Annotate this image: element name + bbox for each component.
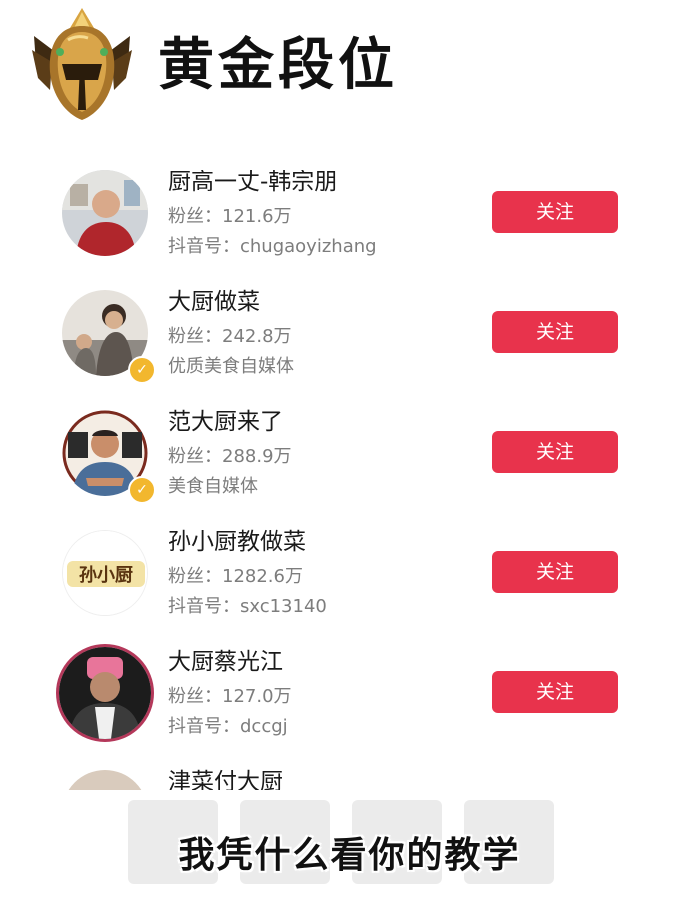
creator-fans: 粉丝：1282.6万	[168, 566, 303, 587]
follow-button[interactable]: 关注	[492, 671, 618, 713]
creator-name: 范大厨来了	[168, 409, 283, 435]
follow-button[interactable]: 关注	[492, 311, 618, 353]
creator-description: 优质美食自媒体	[168, 356, 294, 377]
gold-rank-helmet-icon	[28, 6, 136, 124]
creator-name: 大厨蔡光江	[168, 649, 283, 675]
list-item[interactable]: ✓ 大厨做菜 粉丝：242.8万 优质美食自媒体 关注	[0, 278, 699, 398]
list-item[interactable]: ✓ 范大厨来了 粉丝：288.9万 美食自媒体 关注	[0, 398, 699, 518]
verified-badge-icon: ✓	[128, 356, 156, 384]
video-caption: 我凭什么看你的教学	[178, 835, 521, 876]
avatar[interactable]	[56, 644, 154, 742]
creator-douyin-id: 抖音号：chugaoyizhang	[168, 236, 377, 257]
follow-button[interactable]: 关注	[492, 431, 618, 473]
avatar[interactable]: 孙小厨	[62, 530, 148, 616]
creator-fans: 粉丝：121.6万	[168, 206, 292, 227]
avatar[interactable]	[62, 170, 148, 256]
creator-name: 孙小厨教做菜	[168, 529, 306, 555]
creator-fans: 粉丝：127.0万	[168, 686, 292, 707]
creator-douyin-id: 抖音号：dccgj	[168, 716, 288, 737]
list-item[interactable]: 孙小厨 孙小厨教做菜 粉丝：1282.6万 抖音号：sxc13140 关注	[0, 518, 699, 638]
list-item[interactable]: 大厨蔡光江 粉丝：127.0万 抖音号：dccgj 关注	[0, 638, 699, 758]
creator-douyin-id: 抖音号：sxc13140	[168, 596, 327, 617]
creator-fans: 粉丝：288.9万	[168, 446, 292, 467]
avatar-logo-text: 孙小厨	[79, 565, 133, 586]
list-item[interactable]: 厨高一丈-韩宗朋 粉丝：121.6万 抖音号：chugaoyizhang 关注	[0, 170, 699, 278]
header: 黄金段位	[0, 0, 699, 130]
creator-description: 美食自媒体	[168, 476, 258, 497]
rank-title: 黄金段位	[158, 33, 398, 98]
verified-badge-icon: ✓	[128, 476, 156, 504]
creator-name: 大厨做菜	[168, 289, 260, 315]
follow-button[interactable]: 关注	[492, 191, 618, 233]
creator-name: 厨高一丈-韩宗朋	[168, 170, 338, 195]
creator-list: 厨高一丈-韩宗朋 粉丝：121.6万 抖音号：chugaoyizhang 关注 …	[0, 170, 699, 790]
creator-fans: 粉丝：242.8万	[168, 326, 292, 347]
follow-button[interactable]: 关注	[492, 551, 618, 593]
